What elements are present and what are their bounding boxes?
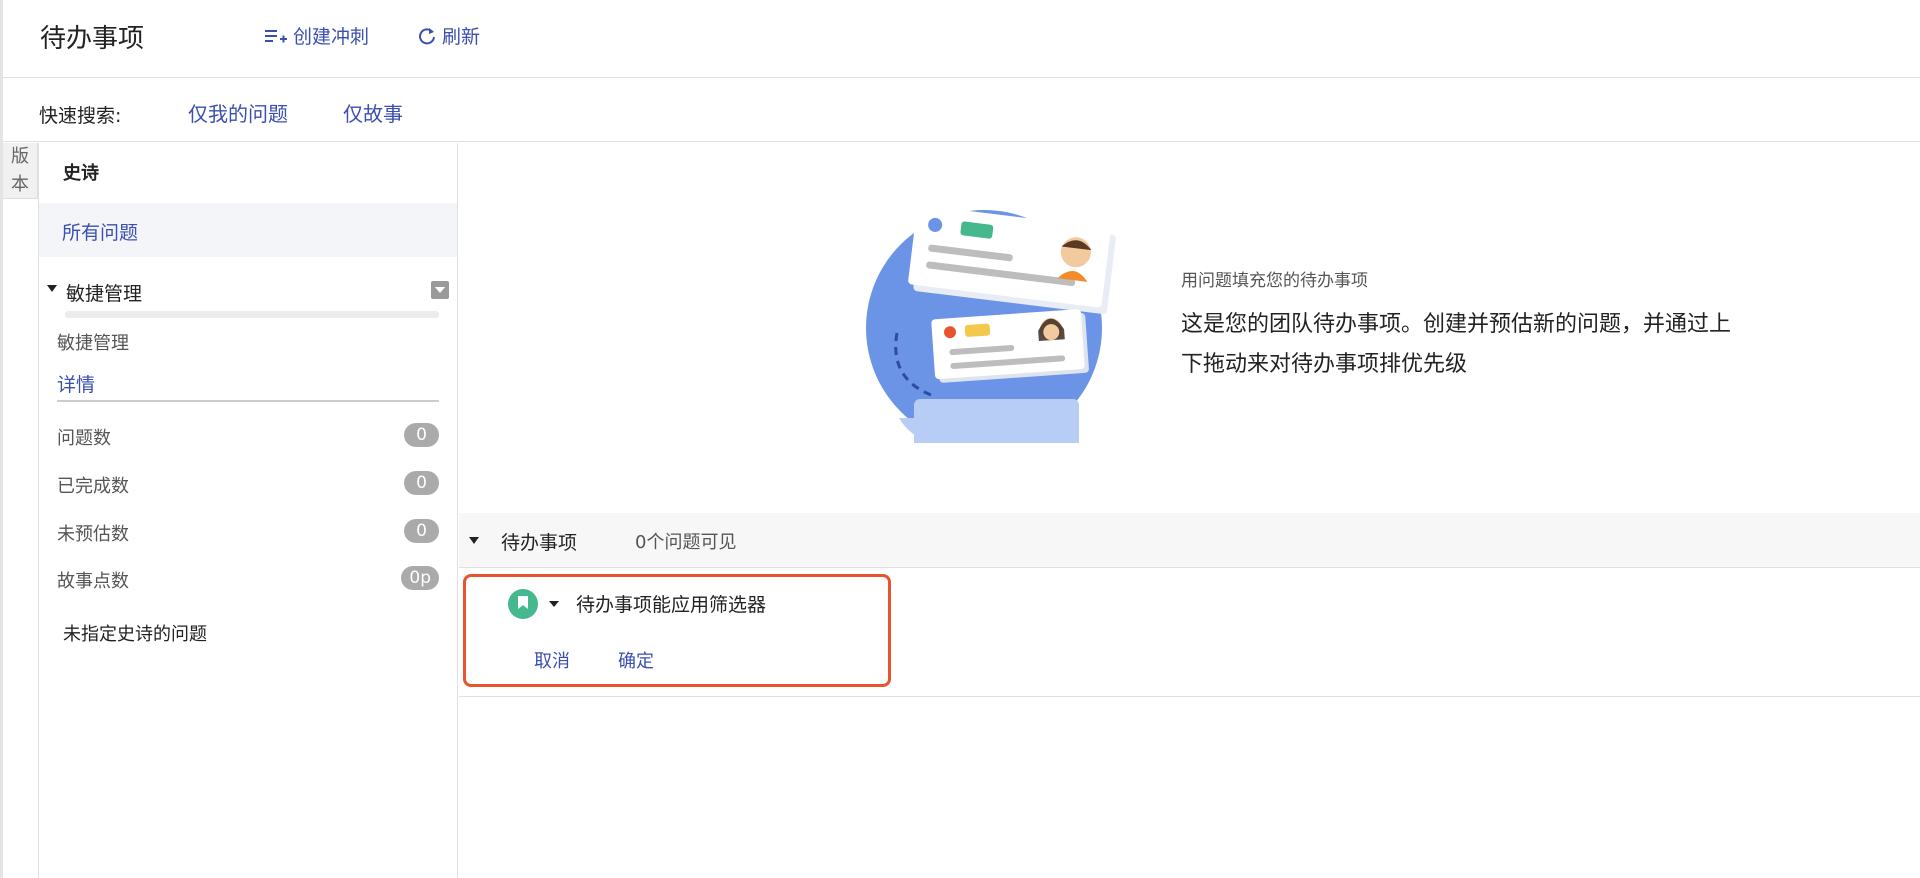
issue-summary-input[interactable] bbox=[576, 588, 876, 618]
stat-badge: 0 bbox=[404, 519, 439, 543]
refresh-icon bbox=[419, 27, 435, 44]
stat-badge: 0 bbox=[404, 423, 439, 447]
epic-panel-title: 史诗 bbox=[63, 163, 99, 184]
stat-label: 故事点数 bbox=[57, 571, 129, 592]
confirm-button[interactable]: 确定 bbox=[618, 647, 654, 673]
stat-done-count: 已完成数 0 bbox=[57, 468, 439, 498]
backlog-main: 用问题填充您的待办事项 这是您的团队待办事项。创建并预估新的问题，并通过上下拖动… bbox=[459, 143, 1920, 878]
backlog-section-header: 待办事项 0个问题可见 bbox=[459, 513, 1920, 568]
version-tab-char-1: 版 bbox=[11, 146, 29, 167]
backlog-bottom-divider bbox=[459, 696, 1920, 697]
epic-panel: 史诗 所有问题 敏捷管理 敏捷管理 详情 问题数 0 已完成数 0 未预估数 0… bbox=[39, 143, 458, 878]
stat-label: 未预估数 bbox=[57, 524, 129, 545]
epic-item-header: 敏捷管理 bbox=[47, 279, 449, 309]
refresh-button[interactable]: 刷新 bbox=[418, 22, 480, 49]
issues-without-epic-item[interactable]: 未指定史诗的问题 bbox=[63, 620, 207, 646]
epic-name: 敏捷管理 bbox=[66, 283, 143, 305]
epic-detail-link[interactable]: 详情 bbox=[57, 370, 95, 397]
cancel-button[interactable]: 取消 bbox=[534, 647, 570, 673]
issue-type-dropdown-icon[interactable] bbox=[549, 601, 559, 607]
stat-badge: 0 bbox=[404, 471, 439, 495]
stat-label: 已完成数 bbox=[57, 476, 129, 497]
backlog-issue-count: 0个问题可见 bbox=[635, 532, 737, 553]
empty-backlog-illustration bbox=[866, 205, 1116, 443]
quick-search-label: 快速搜索: bbox=[39, 105, 122, 127]
stat-badge: 0p bbox=[401, 566, 439, 590]
stat-issue-count: 问题数 0 bbox=[57, 420, 439, 450]
epic-subname: 敏捷管理 bbox=[57, 333, 129, 354]
stat-label: 问题数 bbox=[57, 428, 111, 449]
create-sprint-label: 创建冲刺 bbox=[293, 26, 370, 48]
collapse-triangle-icon[interactable] bbox=[47, 285, 57, 292]
all-issues-label: 所有问题 bbox=[62, 222, 139, 244]
list-add-icon bbox=[265, 29, 287, 42]
filter-only-my-issues[interactable]: 仅我的问题 bbox=[188, 98, 288, 127]
page-title: 待办事项 bbox=[40, 24, 145, 54]
empty-state-title: 用问题填充您的待办事项 bbox=[1181, 271, 1368, 291]
stat-unestimated-count: 未预估数 0 bbox=[57, 516, 439, 546]
filter-only-stories[interactable]: 仅故事 bbox=[343, 98, 403, 127]
refresh-label: 刷新 bbox=[442, 26, 481, 48]
version-tab-char-2: 本 bbox=[11, 174, 29, 195]
quick-search-bar: 快速搜索: 仅我的问题 仅故事 bbox=[3, 79, 1920, 142]
epic-detail-underline bbox=[57, 400, 439, 402]
backlog-title: 待办事项 bbox=[501, 532, 578, 554]
page-header: 待办事项 创建冲刺 刷新 bbox=[3, 0, 1920, 78]
all-issues-item[interactable]: 所有问题 bbox=[39, 203, 457, 257]
stat-story-points: 故事点数 0p bbox=[57, 563, 439, 593]
create-sprint-button[interactable]: 创建冲刺 bbox=[265, 22, 369, 49]
backlog-collapse-icon[interactable] bbox=[469, 537, 479, 544]
epic-menu-dropdown-icon[interactable] bbox=[431, 281, 449, 299]
story-bookmark-icon[interactable] bbox=[508, 589, 538, 619]
empty-state-description: 这是您的团队待办事项。创建并预估新的问题，并通过上下拖动来对待办事项排优先级 bbox=[1181, 312, 1732, 377]
epic-progress-bar bbox=[65, 311, 439, 318]
create-issue-inline-form: 取消 确定 bbox=[463, 574, 891, 687]
version-panel-tab[interactable]: 版 本 bbox=[3, 143, 38, 199]
